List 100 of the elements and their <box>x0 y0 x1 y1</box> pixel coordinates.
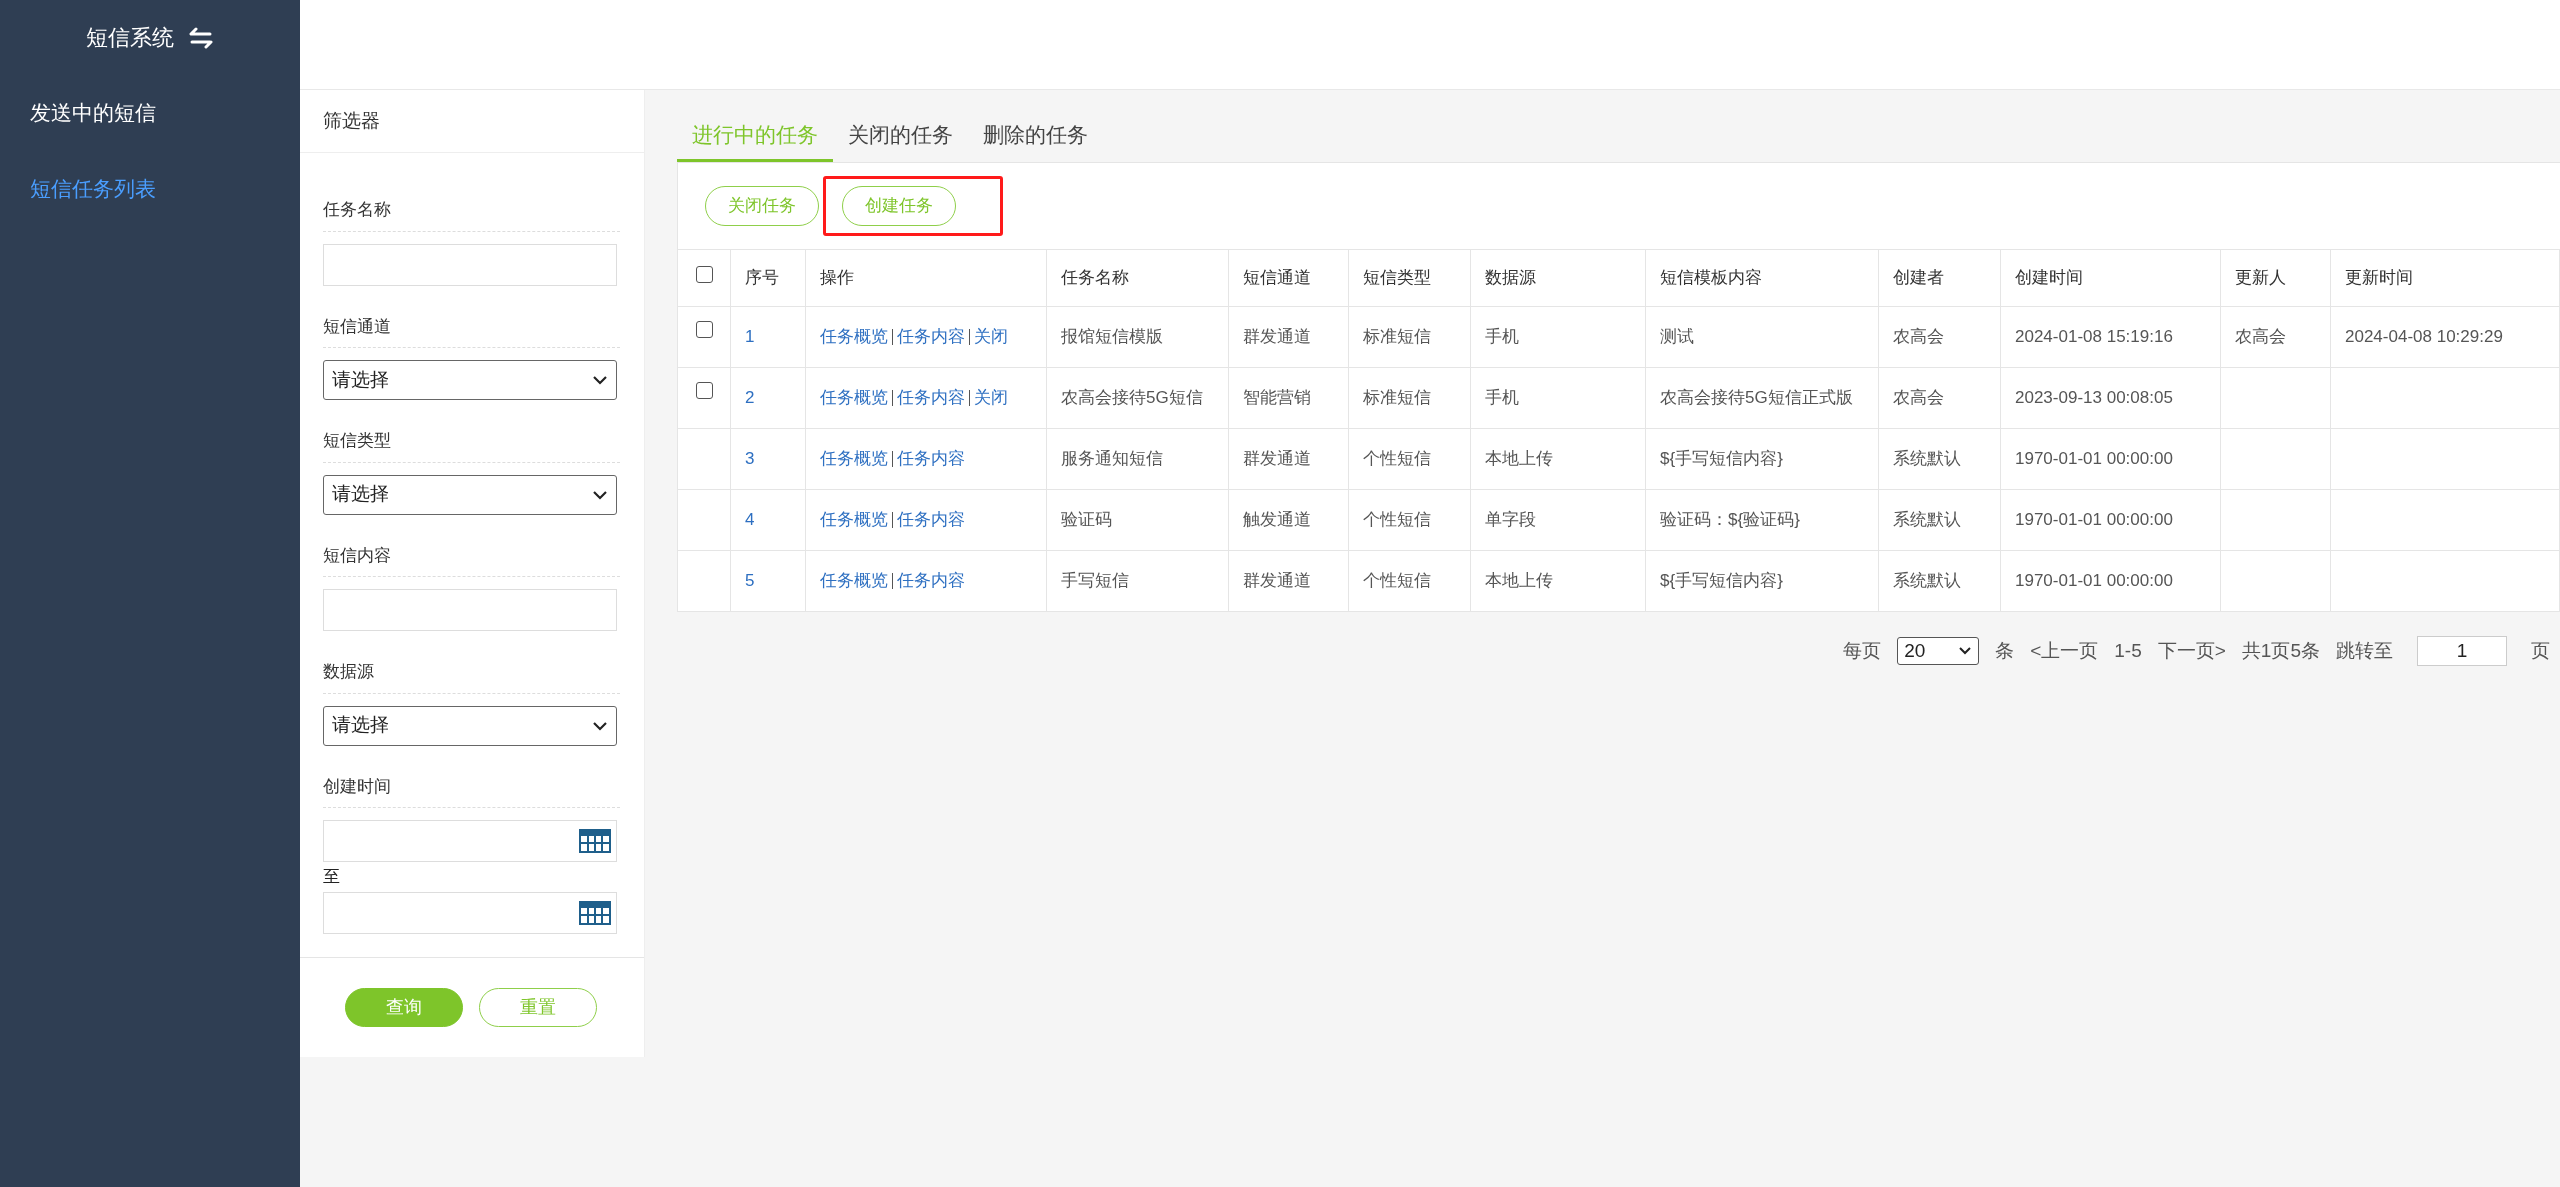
table-cell-text: 个性短信 <box>1363 509 1431 532</box>
table-cell-text: 群发通道 <box>1243 448 1311 471</box>
action-link[interactable]: 任务内容 <box>897 568 965 594</box>
sidebar-item[interactable]: 发送中的短信 <box>0 75 300 151</box>
table-cell-text: 2024-01-08 15:19:16 <box>2015 326 2173 349</box>
jump-label: 跳转至 <box>2336 638 2393 663</box>
table-cell-text: 手机 <box>1485 326 1519 349</box>
table-cell-text: 2 <box>745 387 755 410</box>
date-field[interactable] <box>323 891 617 934</box>
checkbox[interactable] <box>695 382 713 399</box>
page-size-select[interactable]: 20 <box>1897 637 1980 665</box>
date-field[interactable] <box>323 820 617 862</box>
filter-title: 筛选器 <box>323 108 380 133</box>
chevron-down-icon <box>592 374 608 386</box>
column-header: 操作 <box>820 267 854 290</box>
field-label: 任务名称 <box>323 200 391 219</box>
column-header: 短信通道 <box>1243 267 1311 290</box>
table-cell-text: 农高会 <box>1893 387 1944 410</box>
table-cell-text: 测试 <box>1660 326 1694 349</box>
table-cell-text: 本地上传 <box>1485 570 1553 593</box>
column-header: 短信类型 <box>1363 267 1431 290</box>
table-cell-text: 2024-04-08 10:29:29 <box>2345 326 2503 349</box>
column-header: 序号 <box>745 267 779 290</box>
field-label: 数据源 <box>323 662 374 681</box>
total-label: 共1页5条 <box>2241 638 2320 663</box>
field-label: 创建时间 <box>323 776 391 796</box>
table-cell-text: 智能营销 <box>1243 387 1311 410</box>
action-link[interactable]: 任务内容 <box>897 385 965 411</box>
chevron-down-icon <box>592 719 608 732</box>
table-cell-text: 报馆短信模版 <box>1061 326 1163 349</box>
action-link[interactable]: 任务概览 <box>820 324 888 350</box>
field-label: 短信通道 <box>323 316 391 336</box>
table-cell-text: 1970-01-01 00:00:00 <box>2015 570 2173 593</box>
column-header: 更新人 <box>2235 267 2286 290</box>
table-cell-text: 农高会接待5G短信 <box>1061 387 1203 410</box>
per-page-label: 每页 <box>1843 638 1882 663</box>
action-link[interactable]: 关闭 <box>974 385 1008 411</box>
range-separator: 至 <box>323 866 341 888</box>
checkbox[interactable] <box>695 266 713 283</box>
action-link[interactable]: 任务概览 <box>820 568 888 594</box>
page-unit-label: 页 <box>2531 638 2550 663</box>
page-number-field[interactable]: 1 <box>2417 636 2507 666</box>
calendar-icon[interactable] <box>579 829 611 853</box>
action-link[interactable]: 任务内容 <box>897 324 965 350</box>
column-header: 数据源 <box>1485 267 1536 290</box>
next-page-link[interactable]: 下一页> <box>2157 636 2226 666</box>
table-cell-text: 农高会 <box>1893 326 1944 349</box>
table-cell-text: 验证码 <box>1061 509 1112 532</box>
table-cell-text: 农高会 <box>2235 326 2286 349</box>
select-field[interactable]: 请选择 <box>323 360 617 400</box>
column-header: 任务名称 <box>1061 267 1129 290</box>
table-cell-text: 1970-01-01 00:00:00 <box>2015 448 2173 471</box>
field-label: 短信类型 <box>323 431 391 450</box>
tab[interactable]: 关闭的任务 <box>833 110 968 162</box>
table-cell-text: ${手写短信内容} <box>1660 570 1783 593</box>
column-header: 更新时间 <box>2345 267 2413 290</box>
table-cell-text: 1 <box>745 326 755 349</box>
table-cell-text: 手机 <box>1485 387 1519 410</box>
table-cell-text: 系统默认 <box>1893 448 1961 471</box>
table-cell-text: 4 <box>745 509 755 532</box>
table-cell-text: 农高会接待5G短信正式版 <box>1660 387 1853 410</box>
action-link[interactable]: 关闭 <box>974 324 1008 350</box>
table-cell-text: 2023-09-13 00:08:05 <box>2015 387 2173 410</box>
action-link[interactable]: 任务概览 <box>820 446 888 472</box>
checkbox[interactable] <box>695 321 713 338</box>
text-field[interactable] <box>323 589 617 631</box>
table-cell-text: 群发通道 <box>1243 326 1311 349</box>
sidebar-item[interactable]: 短信任务列表 <box>0 150 300 226</box>
text-field[interactable] <box>323 243 617 286</box>
action-link[interactable]: 任务内容 <box>897 507 965 533</box>
table-cell-text: 标准短信 <box>1363 387 1431 410</box>
action-link[interactable]: 任务内容 <box>897 446 965 472</box>
swap-icon[interactable] <box>188 26 214 49</box>
table-cell-text: 本地上传 <box>1485 448 1553 471</box>
column-header: 创建者 <box>1893 267 1944 290</box>
table-cell-text: 个性短信 <box>1363 570 1431 593</box>
field-label: 短信内容 <box>323 545 391 565</box>
table-cell-text: 群发通道 <box>1243 570 1311 593</box>
tab[interactable]: 删除的任务 <box>968 110 1103 162</box>
action-link[interactable]: 任务概览 <box>820 507 888 533</box>
select-field[interactable]: 请选择 <box>323 705 617 746</box>
table-cell-text: 系统默认 <box>1893 509 1961 532</box>
table-cell-text: 手写短信 <box>1061 570 1129 593</box>
prev-page-link[interactable]: <上一页 <box>2030 636 2099 666</box>
table-cell-text: 单字段 <box>1485 509 1536 532</box>
table-cell-text: 个性短信 <box>1363 448 1431 471</box>
table-cell-text: 5 <box>745 570 755 593</box>
action-link[interactable]: 任务概览 <box>820 385 888 411</box>
page-range: 1-5 <box>2114 638 2142 663</box>
app-title: 短信系统 <box>86 24 174 52</box>
calendar-icon[interactable] <box>579 900 611 925</box>
table-cell-text: 系统默认 <box>1893 570 1961 593</box>
table-cell-text: 服务通知短信 <box>1061 448 1163 471</box>
column-header: 创建时间 <box>2015 267 2083 290</box>
chevron-down-icon <box>592 488 608 501</box>
chevron-down-icon <box>1958 646 1973 656</box>
select-field[interactable]: 请选择 <box>323 474 617 515</box>
unit-label: 条 <box>1995 638 2015 663</box>
table-cell-text: 1970-01-01 00:00:00 <box>2015 509 2173 532</box>
table-cell-text: ${手写短信内容} <box>1660 448 1783 471</box>
